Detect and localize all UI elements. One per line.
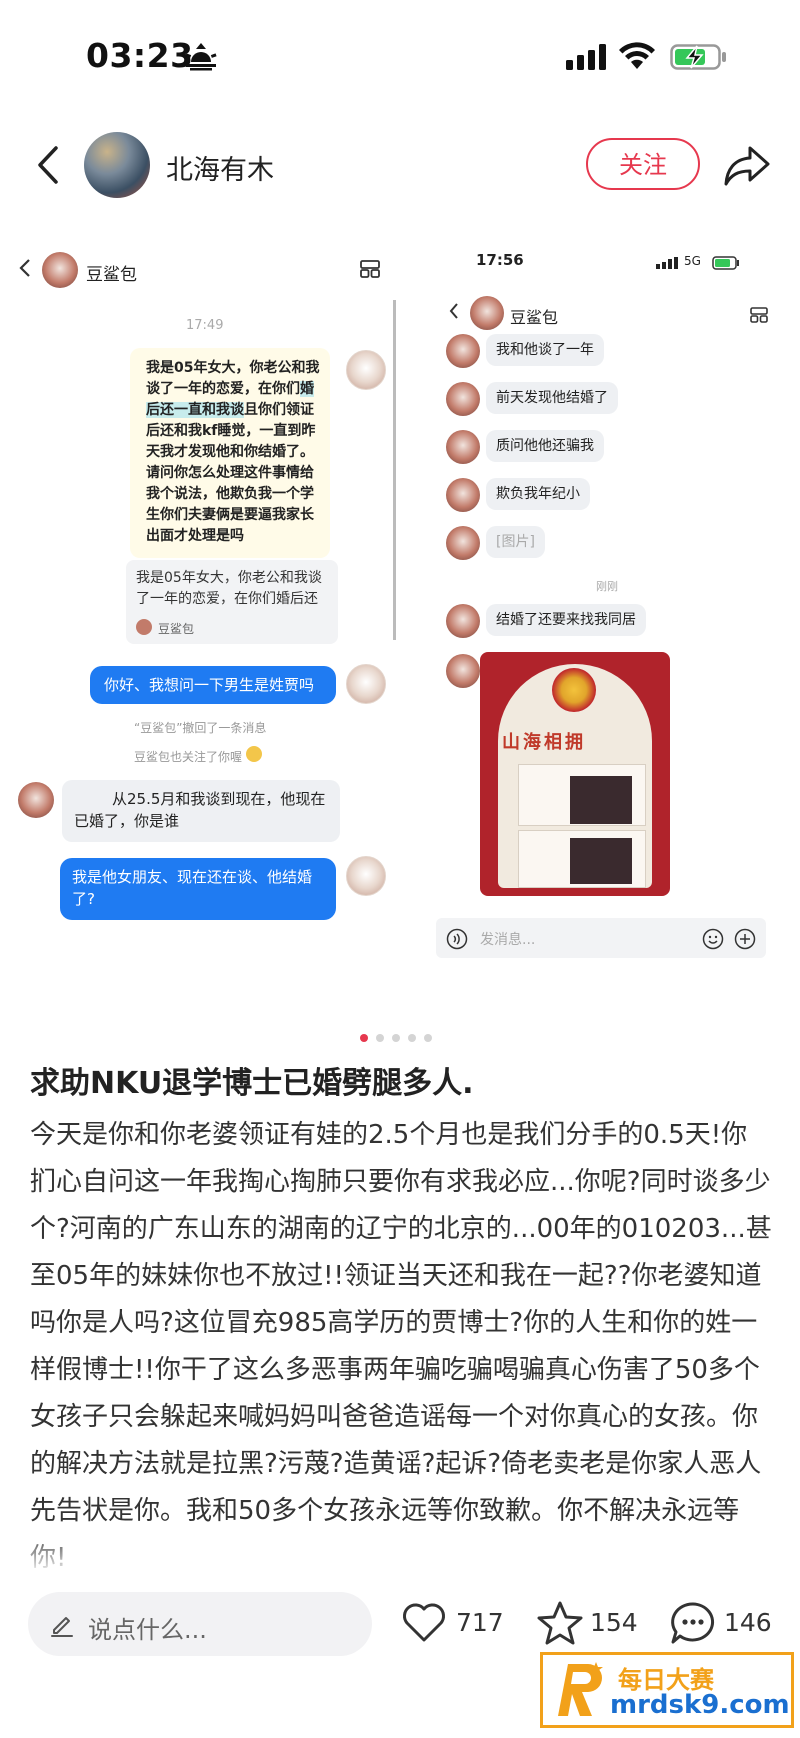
- signal-icon: [656, 257, 678, 269]
- contact-avatar: [446, 430, 480, 464]
- image-message-text-post: 且你们领证后还和我kf睡觉，一直到昨天我才发现他和你结婚了。请问你怎么处理这件事…: [146, 402, 316, 544]
- received-message: 前天发现他结婚了: [486, 382, 618, 414]
- chat-menu-icon: [750, 307, 768, 323]
- received-image-placeholder: [图片]: [486, 526, 545, 558]
- right-status-time: 17:56: [476, 251, 524, 269]
- voice-icon: [446, 928, 468, 950]
- contact-avatar: [446, 382, 480, 416]
- received-message-text: 从25.5月和我谈到现在，他现在已婚了，你是谁: [74, 790, 326, 830]
- received-message: 欺负我年纪小: [486, 478, 590, 510]
- chat-menu-icon: [360, 260, 380, 278]
- contact-avatar: [446, 604, 480, 638]
- post-body: 今天是你和你老婆领证有娃的2.5个月也是我们分手的0.5天!你扪心自问这一年我掏…: [30, 1120, 772, 1572]
- emoji-icon: [246, 746, 262, 762]
- post-title: 求助NKU退学博士已婚劈腿多人.: [30, 1066, 474, 1101]
- network-type: 5G: [684, 254, 701, 268]
- battery-charging-icon: [712, 256, 739, 270]
- received-message: 结婚了还要来找我同居: [486, 604, 646, 636]
- watermark-logo-icon: [558, 1662, 603, 1716]
- comment-count: 146: [724, 1608, 772, 1637]
- back-icon[interactable]: [30, 140, 70, 190]
- sunrise-icon: [185, 43, 217, 71]
- sent-message-text: 你好、我想问一下男生是姓贾吗: [104, 676, 315, 694]
- chat-back-icon: [449, 303, 458, 319]
- contact-avatar: [446, 654, 480, 688]
- watermark-line2: mrdsk9.com: [610, 1690, 790, 1720]
- follow-button[interactable]: 关注: [586, 138, 700, 190]
- image-message-text: 我是05年女大，你老公和我谈了一年的恋爱，在你们婚后还一直和我谈且你们领证后还和…: [146, 358, 326, 547]
- sent-message: 你好、我想问一下男生是姓贾吗: [90, 666, 336, 704]
- wifi-icon: [619, 42, 655, 69]
- comment-placeholder[interactable]: 说点什么...: [88, 1610, 207, 1645]
- quote-avatar: [136, 619, 152, 635]
- pager-dot[interactable]: [376, 1034, 384, 1042]
- author-avatar[interactable]: [84, 132, 150, 198]
- certificate-photo: [570, 776, 632, 824]
- self-avatar: [346, 350, 386, 390]
- contact-avatar: [446, 478, 480, 512]
- signal-icon: [566, 44, 606, 70]
- pager-dot[interactable]: [424, 1034, 432, 1042]
- author-name[interactable]: 北海有木: [166, 148, 274, 187]
- contact-avatar: [470, 296, 504, 330]
- battery-charging-icon: [670, 44, 726, 70]
- self-avatar: [346, 856, 386, 896]
- system-time-notice: 刚刚: [596, 580, 618, 593]
- plus-icon: [734, 928, 756, 950]
- share-icon[interactable]: [722, 144, 772, 188]
- screenshot-divider: [393, 300, 396, 640]
- pen-icon: [51, 1617, 73, 1637]
- sent-message-text: 我是他女朋友、现在还在谈、他结婚了?: [72, 868, 313, 908]
- photo-sign-text: 山海相拥: [502, 732, 586, 753]
- chat-time-label: 17:49: [186, 318, 224, 333]
- collect-count: 154: [590, 1608, 638, 1637]
- chat-back-icon: [19, 259, 30, 277]
- national-emblem-icon: [552, 668, 596, 712]
- body-fade-overlay: [0, 1530, 800, 1576]
- contact-avatar: [42, 252, 78, 288]
- received-message: 质问他他还骗我: [486, 430, 604, 462]
- contact-avatar: [18, 782, 54, 818]
- star-icon[interactable]: [536, 1600, 584, 1646]
- pager-dot[interactable]: [408, 1034, 416, 1042]
- received-message: 我和他谈了一年: [486, 334, 604, 366]
- self-avatar: [346, 664, 386, 704]
- quote-name: 豆鲨包: [158, 622, 195, 636]
- like-count: 717: [456, 1608, 504, 1637]
- sent-message: 我是他女朋友、现在还在谈、他结婚了?: [60, 858, 336, 920]
- contact-name: 豆鲨包: [86, 265, 137, 285]
- contact-avatar: [446, 526, 480, 560]
- image-message-text-pre: 我是05年女大，你老公和我谈了一年的恋爱，在你们: [146, 360, 320, 397]
- contact-avatar: [446, 334, 480, 368]
- pager-dot-active[interactable]: [360, 1034, 368, 1042]
- comment-icon[interactable]: [668, 1600, 718, 1646]
- certificate-photo: [570, 838, 632, 884]
- chat-input-placeholder: 发消息...: [480, 932, 536, 948]
- status-time: 03:23: [86, 36, 194, 75]
- pager-dot[interactable]: [392, 1034, 400, 1042]
- heart-icon[interactable]: [400, 1600, 448, 1644]
- system-follow-notice: 豆鲨包也关注了你喔: [134, 750, 243, 764]
- contact-name: 豆鲨包: [510, 308, 559, 327]
- quote-text: 我是05年女大，你老公和我谈了一年的恋爱，在你们婚后还: [136, 570, 322, 607]
- system-recall-notice: “豆鲨包”撤回了一条消息: [134, 721, 267, 735]
- emoji-icon: [702, 928, 724, 950]
